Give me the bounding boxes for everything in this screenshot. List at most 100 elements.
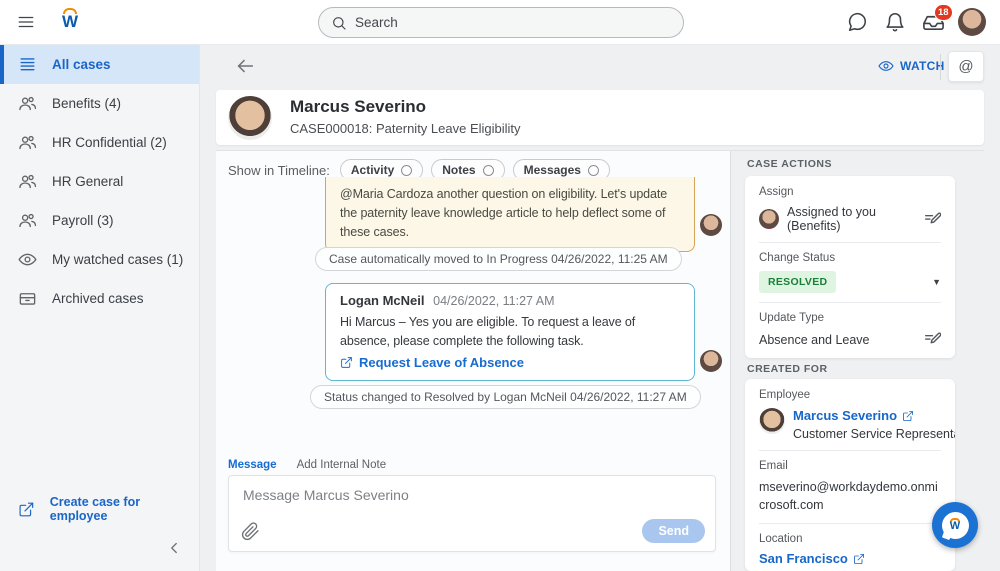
change-status-label: Change Status [759, 252, 941, 264]
divider [759, 450, 941, 451]
search-bar[interactable] [318, 7, 684, 38]
notifications-icon[interactable] [884, 11, 908, 35]
status-dropdown[interactable]: RESOLVED ▼ [759, 271, 941, 293]
inbox-icon[interactable]: 18 [922, 11, 946, 35]
external-link-icon [853, 553, 865, 565]
radio-icon [483, 165, 494, 176]
send-button[interactable]: Send [642, 519, 705, 543]
filter-label: Show in Timeline: [228, 163, 330, 178]
chat-icon[interactable] [846, 11, 870, 35]
sidebar-item-hr-general[interactable]: HR General [0, 162, 199, 201]
tab-message[interactable]: Message [228, 455, 277, 473]
edit-icon[interactable] [924, 211, 941, 228]
sidebar-item-label: HR Confidential (2) [52, 135, 167, 150]
profile-avatar[interactable] [958, 8, 986, 36]
external-link-icon [18, 501, 35, 518]
watch-button[interactable]: WATCH [878, 58, 945, 74]
sidebar-item-all-cases[interactable]: All cases [0, 45, 199, 84]
logo-letter: W [58, 13, 82, 30]
sidebar-item-label: Payroll (3) [52, 213, 114, 228]
group-icon [18, 133, 37, 152]
avatar [759, 209, 779, 229]
request-leave-link[interactable]: Request Leave of Absence [340, 355, 680, 370]
mention-button[interactable]: @ [948, 51, 984, 82]
created-for-title: CREATED FOR [747, 363, 828, 375]
watch-label: WATCH [900, 59, 945, 73]
update-type-value: Absence and Leave [759, 333, 916, 347]
collapse-sidebar-icon[interactable] [165, 539, 183, 557]
workday-assistant-button[interactable]: W [932, 502, 978, 548]
sidebar-item-label: Benefits (4) [52, 96, 121, 111]
employee-label: Employee [759, 389, 941, 401]
sidebar-item-benefits[interactable]: Benefits (4) [0, 84, 199, 123]
location-label: Location [759, 533, 941, 545]
sidebar-item-label: Archived cases [52, 291, 144, 306]
message-header: Logan McNeil 04/26/2022, 11:27 AM [340, 293, 680, 308]
sidebar-item-payroll[interactable]: Payroll (3) [0, 201, 199, 240]
employee-info: Marcus Severino Customer Service Represe… [793, 408, 955, 441]
menu-icon[interactable] [16, 13, 36, 31]
assistant-bubble-icon: W [942, 512, 969, 539]
divider [759, 242, 941, 243]
group-icon [18, 172, 37, 191]
eye-icon [18, 250, 37, 269]
employee-link[interactable]: Marcus Severino [793, 408, 955, 423]
composer-tabs: Message Add Internal Note [228, 455, 386, 473]
internal-note-message: @Maria Cardoza another question on eligi… [325, 177, 695, 252]
sidebar-item-my-watched-cases[interactable]: My watched cases (1) [0, 240, 199, 279]
case-header-card: Marcus Severino CASE000018: Paternity Le… [216, 90, 984, 145]
watch-eye-icon [878, 58, 894, 74]
create-case-label: Create case for employee [50, 495, 199, 523]
divider [759, 302, 941, 303]
request-leave-label: Request Leave of Absence [359, 355, 524, 370]
sidebar-item-archived-cases[interactable]: Archived cases [0, 279, 199, 318]
edit-icon[interactable] [924, 331, 941, 348]
logo-letter: W [950, 521, 960, 532]
composer-footer: Send [229, 519, 715, 543]
archive-icon [18, 289, 37, 308]
group-icon [18, 211, 37, 230]
external-link-icon [902, 410, 914, 422]
status-badge: RESOLVED [759, 271, 836, 293]
employee-name: Marcus Severino [793, 408, 897, 423]
case-actions-card: Assign Assigned to you (Benefits) Change… [745, 176, 955, 358]
timeline-event: Case automatically moved to In Progress … [315, 247, 682, 271]
attachment-icon[interactable] [241, 522, 260, 541]
main-content: WATCH @ Marcus Severino CASE000018: Pate… [200, 45, 1000, 571]
radio-icon [588, 165, 599, 176]
message-input[interactable] [229, 476, 715, 512]
divider [759, 523, 941, 524]
employee-job-title: Customer Service Representative [793, 427, 955, 441]
back-arrow-icon[interactable] [234, 55, 256, 77]
location-link[interactable]: San Francisco [759, 551, 941, 566]
inbox-badge: 18 [934, 4, 953, 21]
avatar [759, 408, 785, 434]
employee-row: Marcus Severino Customer Service Represe… [759, 408, 941, 441]
panel-divider [730, 151, 731, 571]
timeline-column: Show in Timeline: Activity Notes Message… [216, 151, 730, 571]
chat-bubble-tail [941, 529, 951, 539]
update-type-row: Absence and Leave [759, 331, 941, 348]
message-author: Logan McNeil [340, 293, 425, 308]
assign-value: Assigned to you (Benefits) [787, 205, 916, 233]
message-bubble: Logan McNeil 04/26/2022, 11:27 AM Hi Mar… [325, 283, 695, 381]
list-icon [18, 55, 37, 74]
external-link-icon [340, 356, 353, 369]
case-id-subtitle: CASE000018: Paternity Leave Eligibility [290, 121, 521, 136]
search-input[interactable] [355, 15, 671, 30]
radio-icon [401, 165, 412, 176]
group-icon [18, 94, 37, 113]
filter-notes-label: Notes [442, 163, 475, 177]
create-case-button[interactable]: Create case for employee [18, 495, 199, 523]
tab-add-internal-note[interactable]: Add Internal Note [297, 455, 387, 473]
email-value: mseverino@workdaydemo.onmicrosoft.com [759, 478, 941, 514]
assign-row: Assigned to you (Benefits) [759, 205, 941, 233]
filter-messages-label: Messages [524, 163, 581, 177]
sidebar-item-hr-confidential[interactable]: HR Confidential (2) [0, 123, 199, 162]
case-avatar [228, 96, 272, 140]
sidebar-item-label: HR General [52, 174, 123, 189]
workday-logo[interactable]: W [58, 8, 82, 38]
update-type-label: Update Type [759, 312, 941, 324]
toolbar-divider [940, 54, 941, 80]
filter-activity-label: Activity [351, 163, 394, 177]
